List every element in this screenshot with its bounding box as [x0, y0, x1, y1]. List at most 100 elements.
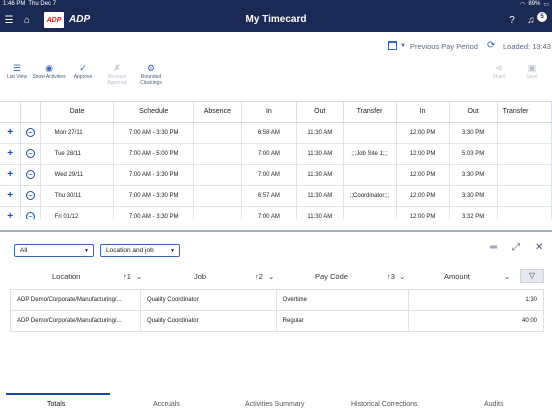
cell-date[interactable]: Mon 27/11	[40, 122, 115, 144]
approve-button[interactable]: ✓ Approve	[66, 62, 100, 80]
cell-date[interactable]: Thu 30/11	[40, 185, 115, 207]
tab-accruals[interactable]: Accruals	[153, 401, 180, 408]
cell-schedule[interactable]: 7:00 AM - 5:00 PM	[113, 143, 195, 165]
cell-location[interactable]: ADP Demo/Corporate/Manufacturing/...	[10, 310, 141, 332]
cell-transfer[interactable]: ;;;Job Site 1;;;	[343, 143, 397, 165]
add-icon[interactable]: +	[0, 143, 22, 165]
cell-in-2[interactable]: 12:00 PM	[396, 206, 450, 219]
cell-absence[interactable]	[193, 143, 242, 165]
col-header-transfer-2[interactable]: Transfer	[497, 102, 552, 123]
remove-row-icon[interactable]: −	[20, 206, 41, 219]
save-button[interactable]: ▣ Save	[515, 62, 549, 80]
cell-transfer[interactable]: ;;Coordinator;;;	[343, 185, 397, 207]
cell-transfer-2[interactable]	[497, 164, 552, 186]
share-button[interactable]: ⋖ Share	[482, 62, 516, 80]
rounded-clockings-button[interactable]: ⚙ Rounded Clockings	[134, 62, 168, 86]
sort-indicator-2[interactable]: ↑2	[255, 272, 263, 281]
col-header-location[interactable]: Location	[52, 272, 80, 281]
cell-schedule[interactable]: 7:00 AM - 3:30 PM	[113, 122, 195, 144]
cell-in[interactable]: 7:00 AM	[241, 143, 298, 165]
cell-location[interactable]: ADP Demo/Corporate/Manufacturing/...	[10, 289, 141, 311]
list-view-button[interactable]: ☰ List View	[0, 62, 34, 80]
cell-absence[interactable]	[193, 185, 242, 207]
cell-out-2[interactable]: 3:30 PM	[449, 185, 498, 207]
cell-transfer-2[interactable]	[497, 185, 552, 207]
cell-schedule[interactable]: 7:00 AM - 3:30 PM	[113, 164, 195, 186]
cell-date[interactable]: Wed 29/11	[40, 164, 115, 186]
cell-schedule[interactable]: 7:00 AM - 3:30 PM	[113, 185, 195, 207]
cell-date[interactable]: Fri 01/12	[40, 206, 115, 219]
cell-transfer[interactable]	[343, 164, 397, 186]
cell-absence[interactable]	[193, 122, 242, 144]
cell-out[interactable]: 11:30 AM	[296, 122, 344, 144]
col-header-in-2[interactable]: In	[396, 102, 450, 123]
cell-in[interactable]: 7:00 AM	[241, 206, 298, 219]
remove-row-icon[interactable]: −	[20, 185, 41, 207]
col-header-amount[interactable]: Amount	[444, 272, 470, 281]
cell-transfer-2[interactable]	[497, 143, 552, 165]
calendar-icon[interactable]	[388, 41, 397, 50]
pay-period-selector[interactable]: Previous Pay Period	[410, 42, 478, 51]
cell-in[interactable]: 6:58 AM	[241, 122, 298, 144]
cell-in-2[interactable]: 12:00 PM	[396, 164, 450, 186]
cell-amount[interactable]: 1:30	[408, 289, 544, 311]
chevron-down-icon[interactable]: ⌄	[504, 272, 510, 281]
cell-amount[interactable]: 40:00	[408, 310, 544, 332]
col-header-schedule[interactable]: Schedule	[113, 102, 195, 123]
cell-absence[interactable]	[193, 206, 242, 219]
cell-job[interactable]: Quality Coordinator	[139, 289, 277, 311]
remove-row-icon[interactable]: −	[20, 164, 41, 186]
col-header-out[interactable]: Out	[296, 102, 344, 123]
cell-schedule[interactable]: 7:00 AM - 3:30 PM	[113, 206, 195, 219]
show-activities-button[interactable]: ◉ Show Activities	[32, 62, 66, 80]
cell-in[interactable]: 7:00 AM	[241, 164, 298, 186]
col-header-in[interactable]: In	[241, 102, 298, 123]
cell-transfer-2[interactable]	[497, 206, 552, 219]
filter-all-dropdown[interactable]: All ▼	[14, 244, 94, 257]
col-header-pay-code[interactable]: Pay Code	[315, 272, 348, 281]
chevron-down-icon[interactable]: ⌄	[268, 272, 274, 281]
group-by-dropdown[interactable]: Location and job ▼	[100, 244, 180, 257]
tab-totals[interactable]: Totals	[47, 401, 65, 408]
notification-bell-icon[interactable]: ♫	[524, 13, 538, 27]
col-header-job[interactable]: Job	[194, 272, 206, 281]
sort-indicator-1[interactable]: ↑1	[123, 272, 131, 281]
cell-in-2[interactable]: 12:00 PM	[396, 185, 450, 207]
col-header-out-2[interactable]: Out	[449, 102, 498, 123]
collapse-icon[interactable]: ═	[490, 242, 497, 253]
remove-row-icon[interactable]: −	[20, 122, 41, 144]
col-header-transfer[interactable]: Transfer	[343, 102, 397, 123]
cell-out-2[interactable]: 3:30 PM	[449, 164, 498, 186]
cell-transfer[interactable]	[343, 122, 397, 144]
cell-pay-code[interactable]: Regular	[275, 310, 410, 332]
col-header-absence[interactable]: Absence	[193, 102, 242, 123]
cell-transfer[interactable]	[343, 206, 397, 219]
remove-row-icon[interactable]: −	[20, 143, 41, 165]
cell-out-2[interactable]: 3:32 PM	[449, 206, 498, 219]
cell-pay-code[interactable]: Overtime	[275, 289, 410, 311]
cell-absence[interactable]	[193, 164, 242, 186]
cell-out[interactable]: 11:30 AM	[296, 206, 344, 219]
add-icon[interactable]: +	[0, 185, 22, 207]
cell-out-2[interactable]: 3:30 PM	[449, 122, 498, 144]
cell-out-2[interactable]: 5:03 PM	[449, 143, 498, 165]
cell-in-2[interactable]: 12:00 PM	[396, 122, 450, 144]
cell-job[interactable]: Quality Coordinator	[139, 310, 277, 332]
remove-approval-button[interactable]: ✗ Remove Approval	[100, 62, 134, 86]
help-icon[interactable]: ?	[505, 13, 519, 27]
sort-indicator-3[interactable]: ↑3	[387, 272, 395, 281]
tab-historical-corrections[interactable]: Historical Corrections	[351, 401, 418, 408]
chevron-down-icon[interactable]: ⌄	[136, 272, 142, 281]
cell-transfer-2[interactable]	[497, 122, 552, 144]
cell-out[interactable]: 11:30 AM	[296, 143, 344, 165]
expand-icon[interactable]: ⤢	[512, 242, 520, 253]
tab-activities-summary[interactable]: Activities Summary	[245, 401, 305, 408]
chevron-down-icon[interactable]: ▼	[400, 43, 406, 49]
cell-out[interactable]: 11:30 AM	[296, 164, 344, 186]
cell-date[interactable]: Tue 28/11	[40, 143, 115, 165]
cell-out[interactable]: 11:30 AM	[296, 185, 344, 207]
tab-audits[interactable]: Audits	[484, 401, 503, 408]
cell-in-2[interactable]: 12:00 PM	[396, 143, 450, 165]
refresh-icon[interactable]: ⟳	[487, 40, 495, 51]
add-icon[interactable]: +	[0, 206, 22, 219]
